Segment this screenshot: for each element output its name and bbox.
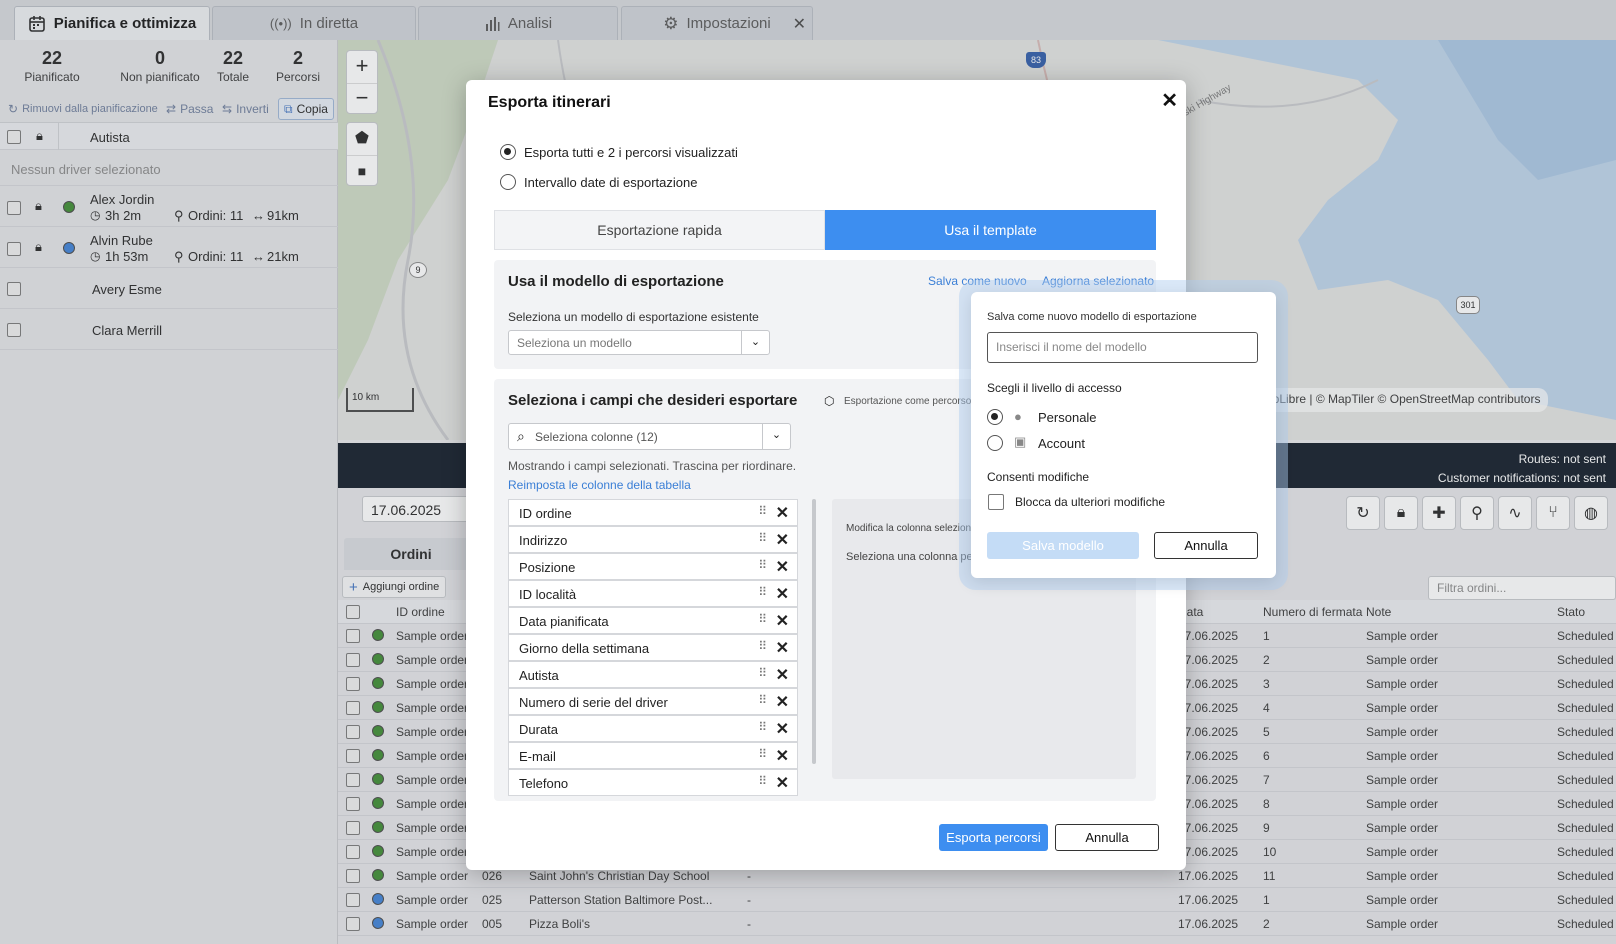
remove-field-icon[interactable]: ✕ xyxy=(776,692,789,712)
field-name: Durata xyxy=(519,722,559,737)
export-field-item[interactable]: Autista ⠿ ✕ xyxy=(508,661,798,688)
lock-edits-label: Blocca da ulteriori modifiche xyxy=(1015,495,1166,509)
template-section-title: Usa il modello di esportazione xyxy=(508,273,724,290)
remove-field-icon[interactable]: ✕ xyxy=(776,503,789,523)
field-name: E-mail xyxy=(519,749,556,764)
date-range-radio[interactable] xyxy=(500,174,516,190)
field-name: Indirizzo xyxy=(519,533,568,548)
drag-handle-icon[interactable]: ⠿ xyxy=(758,774,767,788)
remove-field-icon[interactable]: ✕ xyxy=(776,719,789,739)
field-name: ID ordine xyxy=(519,506,572,521)
date-range-label: Intervallo date di esportazione xyxy=(524,175,698,190)
drag-handle-icon[interactable]: ⠿ xyxy=(758,531,767,545)
template-name-input[interactable]: Inserisci il nome del modello xyxy=(987,332,1258,363)
export-field-item[interactable]: Telefono ⠿ ✕ xyxy=(508,769,798,796)
export-all-radio[interactable] xyxy=(500,144,516,160)
export-routes-button[interactable]: Esporta percorsi xyxy=(939,824,1048,851)
remove-field-icon[interactable]: ✕ xyxy=(776,557,789,577)
select-column-hint: Seleziona una colonna per xyxy=(846,551,977,563)
columns-select[interactable]: ⌕ Seleziona colonne (12) ⌄ xyxy=(508,423,791,450)
select-template-label: Seleziona un modello di esportazione esi… xyxy=(508,310,759,324)
personal-access-radio[interactable] xyxy=(987,409,1003,425)
field-name: Data pianificata xyxy=(519,614,609,629)
account-access-radio[interactable] xyxy=(987,435,1003,451)
remove-field-icon[interactable]: ✕ xyxy=(776,773,789,793)
export-field-item[interactable]: E-mail ⠿ ✕ xyxy=(508,742,798,769)
template-select[interactable]: Seleziona un modello ⌄ xyxy=(508,330,770,355)
field-list: ID ordine ⠿ ✕ Indirizzo ⠿ ✕ Posizione ⠿ ✕ ID loca… xyxy=(508,499,798,801)
template-tab[interactable]: Usa il template xyxy=(825,210,1156,250)
field-name: Numero di serie del driver xyxy=(519,695,668,710)
save-as-new-link[interactable]: Salva come nuovo xyxy=(928,274,1027,288)
field-name: Posizione xyxy=(519,560,576,575)
export-field-item[interactable]: Durata ⠿ ✕ xyxy=(508,715,798,742)
chevron-down-icon[interactable]: ⌄ xyxy=(762,424,790,449)
search-icon: ⌕ xyxy=(517,428,525,444)
field-list-scrollbar[interactable] xyxy=(812,499,816,764)
personal-label: Personale xyxy=(1038,410,1097,425)
reset-columns-link[interactable]: Reimposta le colonne della tabella xyxy=(508,478,691,492)
remove-field-icon[interactable]: ✕ xyxy=(776,665,789,685)
drag-handle-icon[interactable]: ⠿ xyxy=(758,504,767,518)
remove-field-icon[interactable]: ✕ xyxy=(776,638,789,658)
edit-column-hint: Modifica la colonna selezionata xyxy=(846,523,985,534)
user-icon: ● xyxy=(1014,409,1022,424)
field-name: ID località xyxy=(519,587,577,602)
export-all-label: Esporta tutti e 2 i percorsi visualizzat… xyxy=(524,145,738,160)
drag-handle-icon[interactable]: ⠿ xyxy=(758,558,767,572)
export-field-item[interactable]: Indirizzo ⠿ ✕ xyxy=(508,526,798,553)
popover-cancel-button[interactable]: Annulla xyxy=(1154,532,1258,559)
save-template-button[interactable]: Salva modello xyxy=(987,532,1139,559)
remove-field-icon[interactable]: ✕ xyxy=(776,530,789,550)
drag-handle-icon[interactable]: ⠿ xyxy=(758,612,767,626)
cube-icon: ⬡ xyxy=(824,394,835,408)
account-icon: ▣ xyxy=(1014,434,1027,449)
drag-handle-icon[interactable]: ⠿ xyxy=(758,585,767,599)
export-field-item[interactable]: ID ordine ⠿ ✕ xyxy=(508,499,798,526)
new-template-label: Salva come nuovo modello di esportazione xyxy=(987,311,1197,323)
export-field-item[interactable]: Giorno della settimana ⠿ ✕ xyxy=(508,634,798,661)
drag-handle-icon[interactable]: ⠿ xyxy=(758,720,767,734)
field-name: Telefono xyxy=(519,776,569,791)
field-name: Autista xyxy=(519,668,559,683)
fields-section-title: Seleziona i campi che desideri esportare xyxy=(508,392,798,409)
access-level-title: Scegli il livello di accesso xyxy=(987,381,1122,395)
field-name: Giorno della settimana xyxy=(519,641,650,656)
chevron-down-icon[interactable]: ⌄ xyxy=(741,331,769,354)
lock-edits-checkbox[interactable] xyxy=(988,494,1004,510)
export-field-item[interactable]: Data pianificata ⠿ ✕ xyxy=(508,607,798,634)
drag-handle-icon[interactable]: ⠿ xyxy=(758,693,767,707)
drag-handle-icon[interactable]: ⠿ xyxy=(758,747,767,761)
drag-handle-icon[interactable]: ⠿ xyxy=(758,666,767,680)
save-template-popover: Salva come nuovo modello di esportazione… xyxy=(971,292,1276,578)
remove-field-icon[interactable]: ✕ xyxy=(776,611,789,631)
drag-handle-icon[interactable]: ⠿ xyxy=(758,639,767,653)
export-as-route-option[interactable]: Esportazione come percorso xyxy=(844,396,971,407)
update-selected-link[interactable]: Aggiorna selezionato xyxy=(1042,274,1154,288)
allow-edits-title: Consenti modifiche xyxy=(987,470,1090,484)
cancel-button[interactable]: Annulla xyxy=(1055,824,1159,851)
export-field-item[interactable]: Numero di serie del driver ⠿ ✕ xyxy=(508,688,798,715)
export-field-item[interactable]: Posizione ⠿ ✕ xyxy=(508,553,798,580)
dialog-title: Esporta itinerari xyxy=(488,94,611,111)
fields-hint: Mostrando i campi selezionati. Trascina … xyxy=(508,459,797,473)
account-label: Account xyxy=(1038,436,1085,451)
export-field-item[interactable]: ID località ⠿ ✕ xyxy=(508,580,798,607)
quick-export-tab[interactable]: Esportazione rapida xyxy=(494,210,825,250)
remove-field-icon[interactable]: ✕ xyxy=(776,584,789,604)
close-icon[interactable]: ✕ xyxy=(1161,88,1178,113)
remove-field-icon[interactable]: ✕ xyxy=(776,746,789,766)
